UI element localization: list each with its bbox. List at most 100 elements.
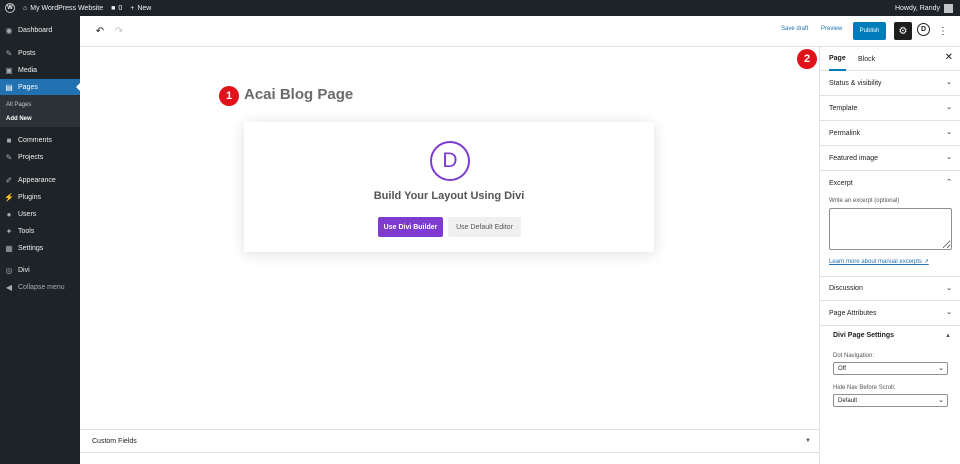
sidebar-item-label: Plugins (18, 193, 41, 201)
excerpt-help-link-label: Learn more about manual excerpts (829, 259, 923, 265)
home-icon: ⌂ (23, 4, 28, 12)
settings-sidebar: 2 Page Block ✕ Status & visibility ⌄ Temp… (797, 47, 960, 464)
divi-page-settings-title[interactable]: Divi Page Settings (833, 332, 894, 339)
dashboard-icon: ◉ (5, 25, 13, 35)
chevron-down-icon: ⌄ (938, 397, 944, 404)
howdy-label: Howdy, Randy (894, 4, 940, 12)
editor-toolbar: ↶ ↷ Save draft Preview Publish ⚙ D ⋮ (80, 16, 960, 47)
editor-canvas: 1 Acai Blog Page D Build Your Layout Usi… (80, 47, 819, 429)
preview-button[interactable]: Preview (821, 26, 842, 32)
sidebar-item-posts[interactable]: ✎ Posts (0, 45, 80, 61)
comments-link[interactable]: ■ 0 (111, 5, 122, 12)
wordpress-logo-icon[interactable]: W (5, 3, 15, 13)
settings-gear-icon[interactable]: ⚙ (894, 22, 912, 40)
divi-icon: ◎ (5, 265, 13, 275)
step-badge-2: 2 (797, 49, 817, 69)
build-layout-heading: Build Your Layout Using Divi (373, 190, 525, 202)
sidebar-item-label: Comments (18, 136, 52, 144)
chevron-down-icon: ⌄ (946, 154, 952, 161)
section-permalink[interactable]: Permalink ⌄ (820, 121, 960, 146)
sidebar-item-label: Tools (18, 227, 35, 235)
custom-fields-panel[interactable]: Custom Fields ▼ (80, 429, 819, 453)
admin-bar: W ⌂ My WordPress Website ■ 0 + New Howdy… (0, 0, 960, 16)
close-icon[interactable]: ✕ (945, 52, 953, 63)
pages-submenu: All Pages Add New (0, 95, 80, 127)
submenu-all-pages[interactable]: All Pages (6, 102, 31, 108)
section-featured-image[interactable]: Featured image ⌄ (820, 146, 960, 171)
section-label: Template (829, 104, 858, 112)
step-badge-1: 1 (219, 86, 239, 106)
section-label: Permalink (829, 129, 861, 137)
sidebar-item-settings[interactable]: ▦ Settings (0, 240, 80, 256)
excerpt-textarea[interactable] (829, 208, 952, 250)
media-icon: ▣ (5, 65, 13, 75)
divi-logo-icon: D (430, 141, 470, 181)
section-label: Featured image (829, 154, 879, 162)
pages-icon: ▤ (5, 82, 13, 92)
account-menu[interactable]: Howdy, Randy (895, 0, 953, 16)
section-status-visibility[interactable]: Status & visibility ⌄ (820, 71, 960, 96)
plug-icon: ⚡ (4, 192, 14, 202)
collapse-icon: ◀ (5, 282, 13, 292)
sidebar-item-projects[interactable]: ✎ Projects (0, 149, 80, 165)
chevron-down-icon: ⌄ (946, 104, 952, 111)
sidebar-item-tools[interactable]: ✦ Tools (0, 223, 80, 239)
sidebar-item-label: Posts (18, 49, 36, 57)
sidebar-item-comments[interactable]: ■ Comments (0, 132, 80, 148)
sidebar-item-collapse-menu[interactable]: ◀ Collapse menu (0, 279, 80, 295)
sidebar-item-dashboard[interactable]: ◉ Dashboard (0, 22, 80, 38)
section-template[interactable]: Template ⌄ (820, 96, 960, 121)
sidebar-item-pages[interactable]: ▤ Pages (0, 79, 80, 95)
undo-icon[interactable]: ↶ (94, 25, 106, 37)
more-options-icon[interactable]: ⋮ (938, 24, 948, 38)
tab-page[interactable]: Page (829, 47, 846, 71)
user-icon: ● (6, 209, 12, 219)
comment-icon: ■ (111, 4, 116, 12)
dot-navigation-label: Dot Navigation: (833, 353, 875, 359)
new-content-link[interactable]: + New (130, 5, 151, 12)
sidebar-item-divi[interactable]: ◎ Divi (0, 262, 80, 278)
pin-icon: ✎ (5, 48, 13, 58)
redo-icon[interactable]: ↷ (113, 25, 125, 37)
dot-navigation-select[interactable]: Off ⌄ (833, 362, 948, 375)
section-label: Status & visibility (829, 79, 882, 87)
section-label: Discussion (829, 285, 863, 292)
sidebar-item-label: Pages (18, 83, 38, 91)
use-default-editor-button[interactable]: Use Default Editor (448, 217, 521, 237)
submenu-add-new[interactable]: Add New (6, 116, 32, 122)
excerpt-help-link[interactable]: Learn more about manual excerpts ↗ (829, 258, 929, 265)
triangle-up-icon[interactable]: ▲ (945, 333, 951, 339)
sidebar-item-plugins[interactable]: ⚡ Plugins (0, 189, 80, 205)
triangle-down-icon[interactable]: ▼ (805, 438, 811, 444)
divi-toolbar-button[interactable]: D (917, 23, 930, 36)
sidebar-item-label: Projects (18, 153, 44, 161)
sidebar-item-media[interactable]: ▣ Media (0, 62, 80, 78)
section-excerpt[interactable]: Excerpt ⌃ (820, 171, 960, 196)
pin-icon: ✎ (5, 152, 13, 162)
tab-block[interactable]: Block (858, 47, 875, 71)
sidebar-item-label: Divi (18, 266, 30, 274)
hide-nav-select[interactable]: Default ⌄ (833, 394, 948, 407)
chevron-down-icon: ⌄ (946, 79, 952, 86)
section-discussion[interactable]: Discussion ⌄ (820, 276, 960, 301)
sidebar-item-label: Settings (18, 244, 44, 252)
section-page-attributes[interactable]: Page Attributes ⌄ (820, 301, 960, 326)
hide-nav-label: Hide Nav Before Scroll: (833, 385, 896, 391)
sidebar-item-appearance[interactable]: ✐ Appearance (0, 172, 80, 188)
sidebar-item-users[interactable]: ● Users (0, 206, 80, 222)
chevron-down-icon: ⌄ (946, 285, 952, 292)
use-divi-builder-button[interactable]: Use Divi Builder (378, 217, 443, 237)
sidebar-item-label: Users (18, 210, 37, 218)
save-draft-button[interactable]: Save draft (781, 26, 808, 32)
page-title[interactable]: Acai Blog Page (244, 86, 353, 103)
dot-navigation-value: Off (838, 365, 846, 372)
chevron-down-icon: ⌄ (946, 129, 952, 136)
admin-sidebar: ◉ Dashboard ✎ Posts ▣ Media ▤ Pages All Page… (0, 16, 80, 464)
chevron-down-icon: ⌄ (946, 309, 952, 316)
publish-button[interactable]: Publish (853, 22, 886, 40)
wrench-icon: ✦ (5, 226, 13, 236)
hide-nav-value: Default (838, 397, 858, 404)
site-name-label: My WordPress Website (30, 4, 104, 12)
external-link-icon: ↗ (923, 259, 929, 265)
site-name-link[interactable]: ⌂ My WordPress Website (23, 5, 103, 12)
